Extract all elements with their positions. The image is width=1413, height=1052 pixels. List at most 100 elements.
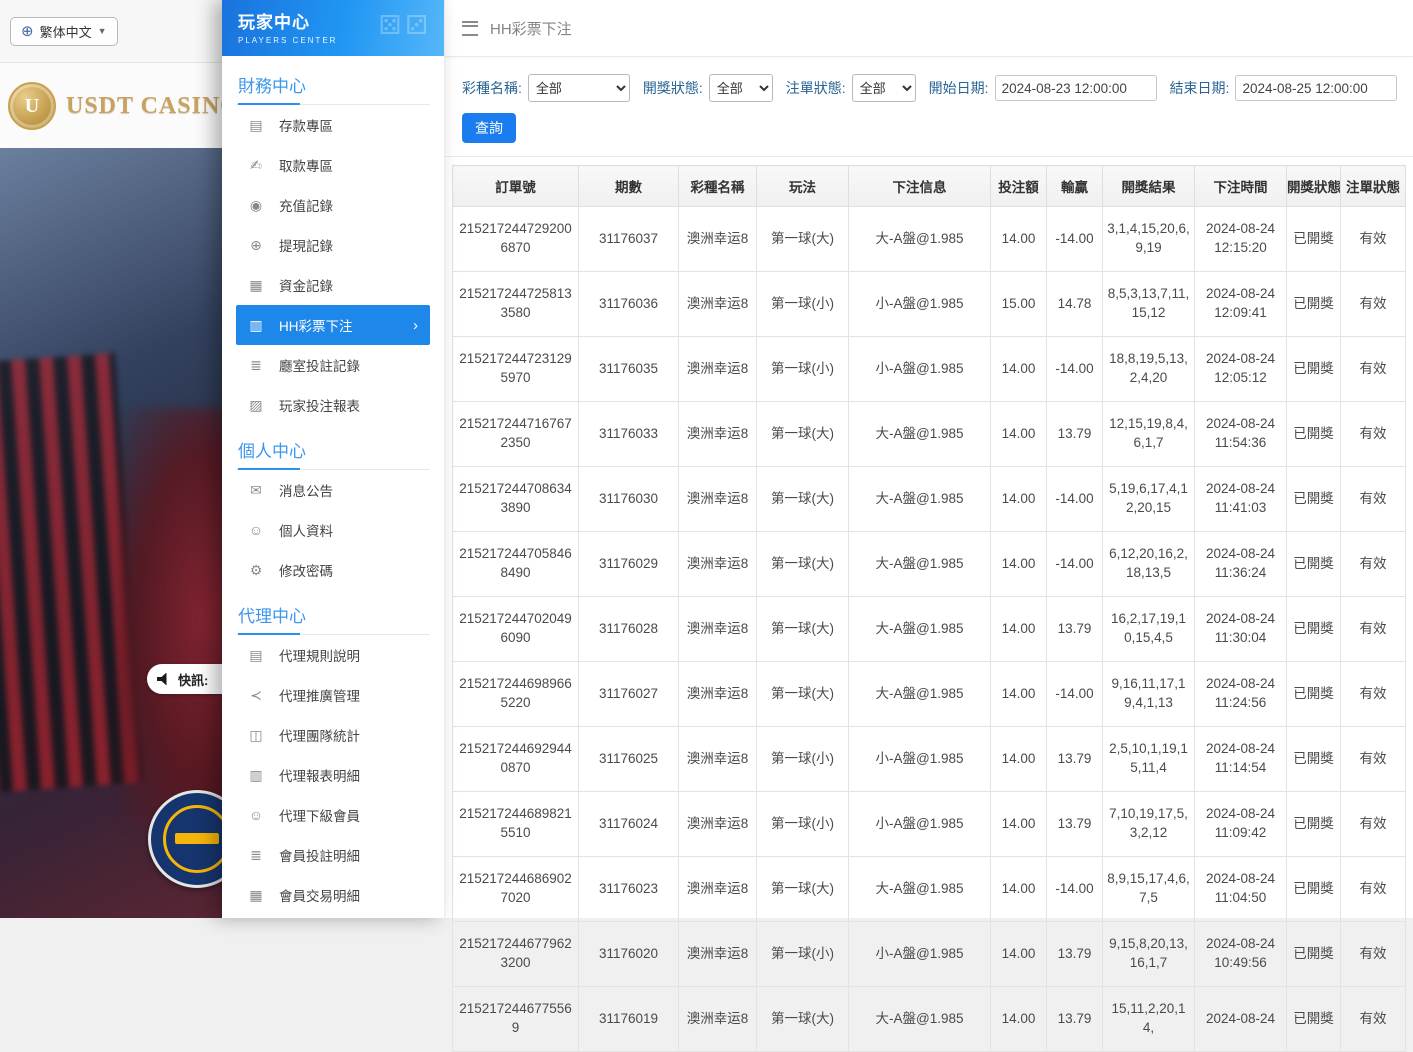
sidebar-item-recharge-records[interactable]: ◉充值記錄	[236, 185, 430, 225]
cell-draw-status: 已開獎	[1287, 402, 1341, 467]
cell-draw-status: 已開獎	[1287, 272, 1341, 337]
cell-bet-amount: 14.00	[991, 467, 1047, 532]
sidebar-menu: 財務中心▤存款專區✍取款專區◉充值記錄⊕提現記錄▦資金記錄▥HH彩票下注›≣廳室…	[222, 56, 444, 915]
cell-order-status: 有效	[1341, 922, 1406, 987]
cell-win-loss: -14.00	[1047, 337, 1103, 402]
sidebar-item-hh-lottery-bets[interactable]: ▥HH彩票下注›	[236, 305, 430, 345]
person-icon: ☺	[248, 523, 264, 537]
cell-bet-time: 2024-08-24 12:15:20	[1195, 207, 1287, 272]
cell-draw-result: 12,15,19,8,4,6,1,7	[1103, 402, 1195, 467]
cell-play: 第一球(小)	[757, 792, 849, 857]
table-header-row: 訂單號期數彩種名稱玩法下注信息投注額輸贏開獎結果下注時間開獎狀態注單狀態	[453, 166, 1406, 207]
table-row: 215217244723129597031176035澳洲幸运8第一球(小)小-…	[453, 337, 1406, 402]
cell-win-loss: 13.79	[1047, 987, 1103, 1052]
cell-bet-time: 2024-08-24 11:09:42	[1195, 792, 1287, 857]
column-header-draw-status: 開獎狀態	[1287, 166, 1341, 207]
cell-play: 第一球(大)	[757, 207, 849, 272]
end-date-input[interactable]	[1235, 75, 1397, 101]
cell-bet-info: 大-A盤@1.985	[849, 662, 991, 727]
main-content: HH彩票下注 彩種名稱: 全部 開獎狀態: 全部 注單狀態: 全部 開始日期: …	[444, 0, 1413, 918]
order-status-select[interactable]: 全部	[852, 74, 916, 102]
cell-period: 31176024	[579, 792, 679, 857]
sidebar-item-agent-team-stats[interactable]: ◫代理團隊統計	[236, 715, 430, 755]
cell-bet-time: 2024-08-24 11:41:03	[1195, 467, 1287, 532]
cell-order-no: 2152172446775569	[453, 987, 579, 1052]
table-row: 215217244689821551031176024澳洲幸运8第一球(小)小-…	[453, 792, 1406, 857]
cell-draw-status: 已開獎	[1287, 922, 1341, 987]
cell-order-no: 2152172446869027020	[453, 857, 579, 922]
sidebar-item-agent-sub-members[interactable]: ☺代理下級會員	[236, 795, 430, 835]
sidebar-item-profile[interactable]: ☺個人資料	[236, 510, 430, 550]
sidebar-item-withdraw[interactable]: ✍取款專區	[236, 145, 430, 185]
cell-order-no: 2152172446929440870	[453, 727, 579, 792]
cell-draw-result: 7,10,19,17,5,3,2,12	[1103, 792, 1195, 857]
cell-period: 31176019	[579, 987, 679, 1052]
chevron-down-icon: ▼	[98, 26, 107, 36]
sidebar-item-agent-report-detail[interactable]: ▥ 代理報表明細	[236, 755, 430, 795]
ticker-label: 快訊:	[178, 670, 208, 689]
deposit-icon: ▤	[248, 118, 264, 132]
report-detail-icon: ▥	[248, 768, 264, 782]
cell-bet-amount: 14.00	[991, 857, 1047, 922]
cell-period: 31176028	[579, 597, 679, 662]
menu-section-heading: 個人中心	[236, 425, 430, 470]
sidebar-item-change-password[interactable]: ⚙修改密碼	[236, 550, 430, 590]
sidebar-item-agent-promotion[interactable]: ≺代理推廣管理	[236, 675, 430, 715]
cell-period: 31176036	[579, 272, 679, 337]
cell-bet-amount: 14.00	[991, 662, 1047, 727]
cell-bet-time: 2024-08-24 11:24:56	[1195, 662, 1287, 727]
cell-order-status: 有效	[1341, 662, 1406, 727]
cell-win-loss: 13.79	[1047, 402, 1103, 467]
cell-bet-amount: 14.00	[991, 597, 1047, 662]
cell-order-no: 2152172447020496090	[453, 597, 579, 662]
cell-win-loss: -14.00	[1047, 662, 1103, 727]
cell-draw-result: 6,12,20,16,2,18,13,5	[1103, 532, 1195, 597]
cell-bet-time: 2024-08-24 11:04:50	[1195, 857, 1287, 922]
cell-bet-time: 2024-08-24	[1195, 987, 1287, 1052]
cell-lottery-name: 澳洲幸运8	[679, 467, 757, 532]
sidebar-item-label: 代理報表明細	[279, 765, 360, 785]
start-date-input[interactable]	[995, 75, 1157, 101]
cell-bet-amount: 14.00	[991, 207, 1047, 272]
sidebar-item-player-bet-report[interactable]: ▨玩家投注報表	[236, 385, 430, 425]
sidebar-item-announcements[interactable]: ✉消息公告	[236, 470, 430, 510]
cell-play: 第一球(小)	[757, 272, 849, 337]
sidebar-item-withdrawal-records[interactable]: ⊕提現記錄	[236, 225, 430, 265]
cell-lottery-name: 澳洲幸运8	[679, 532, 757, 597]
cell-draw-status: 已開獎	[1287, 987, 1341, 1052]
members-icon: ☺	[248, 808, 264, 822]
column-header-order-status: 注單狀態	[1341, 166, 1406, 207]
cell-period: 31176033	[579, 402, 679, 467]
cell-play: 第一球(小)	[757, 922, 849, 987]
draw-status-select[interactable]: 全部	[709, 74, 773, 102]
sidebar-item-member-transaction-detail[interactable]: ▦會員交易明細	[236, 875, 430, 915]
cell-period: 31176030	[579, 467, 679, 532]
cell-lottery-name: 澳洲幸运8	[679, 662, 757, 727]
table-body: 215217244729200687031176037澳洲幸运8第一球(大)大-…	[453, 207, 1406, 1052]
hamburger-menu-icon[interactable]	[462, 21, 478, 36]
sidebar-item-deposit[interactable]: ▤存款專區	[236, 105, 430, 145]
cell-draw-result: 9,16,11,17,19,4,1,13	[1103, 662, 1195, 727]
language-selector[interactable]: ⊕ 繁体中文 ▼	[10, 17, 118, 46]
search-button[interactable]: 查詢	[462, 113, 516, 143]
cell-order-status: 有效	[1341, 987, 1406, 1052]
sidebar-item-room-bet-records[interactable]: ≣廳室投註記錄	[236, 345, 430, 385]
lottery-name-select[interactable]: 全部	[528, 74, 630, 102]
cell-win-loss: 13.79	[1047, 792, 1103, 857]
gear-icon: ⚙	[248, 563, 264, 577]
cell-draw-result: 9,15,8,20,13,16,1,7	[1103, 922, 1195, 987]
sidebar-item-agent-rules[interactable]: ▤代理規則說明	[236, 635, 430, 675]
sidebar-item-member-bet-detail[interactable]: ≣會員投註明細	[236, 835, 430, 875]
cell-period: 31176025	[579, 727, 679, 792]
cell-bet-info: 大-A盤@1.985	[849, 467, 991, 532]
sidebar-item-funds-records[interactable]: ▦資金記錄	[236, 265, 430, 305]
bet-detail-icon: ≣	[248, 848, 264, 862]
column-header-order-no: 訂單號	[453, 166, 579, 207]
cell-draw-result: 18,8,19,5,13,2,4,20	[1103, 337, 1195, 402]
cell-order-status: 有效	[1341, 402, 1406, 467]
cell-lottery-name: 澳洲幸运8	[679, 402, 757, 467]
cell-draw-status: 已開獎	[1287, 207, 1341, 272]
sidebar-item-label: 提現記錄	[279, 235, 333, 255]
cell-draw-result: 5,19,6,17,4,12,20,15	[1103, 467, 1195, 532]
cell-period: 31176027	[579, 662, 679, 727]
